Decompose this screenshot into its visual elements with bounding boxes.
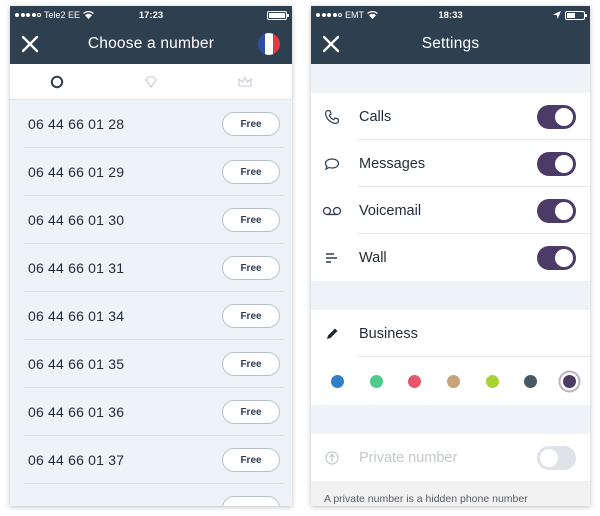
free-button[interactable]: Free bbox=[222, 448, 280, 472]
status-bar: Tele2 EE 17:23 bbox=[10, 6, 292, 24]
free-button[interactable]: Free bbox=[222, 160, 280, 184]
tab-standard[interactable] bbox=[10, 64, 104, 99]
color-swatch[interactable] bbox=[562, 374, 576, 388]
circle-icon bbox=[50, 75, 64, 88]
free-button[interactable]: Free bbox=[222, 400, 280, 424]
number-row[interactable]: 06 44 66 01 30 Free bbox=[10, 196, 292, 244]
page-title: Settings bbox=[421, 35, 480, 52]
status-bar: EMT 18:33 bbox=[311, 6, 590, 24]
private-settings: Private number bbox=[311, 434, 590, 481]
private-note: A private number is a hidden phone numbe… bbox=[311, 481, 590, 505]
wall-icon bbox=[321, 247, 343, 269]
section-spacer bbox=[311, 405, 590, 434]
diamond-icon bbox=[145, 75, 157, 88]
status-time: 17:23 bbox=[138, 9, 164, 21]
settings-label: Voicemail bbox=[359, 202, 422, 219]
color-swatch[interactable] bbox=[369, 374, 383, 388]
color-swatch[interactable] bbox=[331, 374, 344, 388]
free-button[interactable]: Free bbox=[222, 208, 280, 232]
status-time: 18:33 bbox=[438, 9, 463, 21]
phone-icon bbox=[321, 106, 343, 128]
settings-screen: EMT 18:33 Settings Calls Messages Voicem… bbox=[311, 6, 590, 506]
section-spacer bbox=[311, 64, 590, 93]
color-swatch[interactable] bbox=[446, 374, 460, 388]
settings-label: Wall bbox=[359, 249, 387, 266]
tab-premium[interactable] bbox=[104, 64, 198, 99]
calls-toggle[interactable] bbox=[537, 104, 576, 129]
phone-number: 06 44 66 01 37 bbox=[28, 452, 125, 468]
number-row[interactable]: 06 44 66 01 34 Free bbox=[10, 292, 292, 340]
color-picker bbox=[311, 357, 590, 405]
free-button[interactable]: Free bbox=[222, 352, 280, 376]
private-label: Private number bbox=[359, 449, 458, 466]
choose-number-screen: Tele2 EE 17:23 Choose a number 06 44 66 … bbox=[10, 6, 292, 506]
number-row[interactable]: 06 44 66 01 35 Free bbox=[10, 340, 292, 388]
color-swatch[interactable] bbox=[408, 374, 422, 388]
pencil-icon bbox=[321, 323, 343, 345]
business-settings: Business bbox=[311, 310, 590, 405]
section-spacer bbox=[311, 281, 590, 310]
settings-row-messages: Messages bbox=[311, 140, 590, 187]
settings-row-wall: Wall bbox=[311, 234, 590, 281]
battery-icon bbox=[267, 10, 289, 20]
phone-number: 06 44 66 01 36 bbox=[28, 404, 125, 420]
free-button[interactable]: Free bbox=[222, 112, 280, 136]
private-toggle[interactable] bbox=[537, 445, 576, 470]
flag-stripe bbox=[258, 33, 266, 55]
business-label: Business bbox=[359, 325, 418, 342]
number-row[interactable]: 06 44 66 01 29 Free bbox=[10, 148, 292, 196]
settings-row-calls: Calls bbox=[311, 93, 590, 140]
phone-number: 06 44 66 01 35 bbox=[28, 356, 125, 372]
france-flag-icon[interactable] bbox=[258, 33, 280, 55]
settings-label: Messages bbox=[359, 155, 426, 172]
number-row[interactable]: 06 44 66 01 36 Free bbox=[10, 388, 292, 436]
page-title: Choose a number bbox=[87, 35, 215, 52]
number-list: 06 44 66 01 28 Free 06 44 66 01 29 Free 06 4… bbox=[10, 100, 292, 506]
location-arrow-icon bbox=[553, 11, 561, 19]
nav-bar: Choose a number bbox=[10, 24, 292, 64]
crown-icon bbox=[238, 75, 252, 87]
free-button[interactable] bbox=[222, 496, 280, 506]
messages-toggle[interactable] bbox=[537, 151, 576, 176]
settings-row-private: Private number bbox=[311, 434, 590, 481]
voicemail-toggle[interactable] bbox=[537, 198, 576, 223]
upload-circle-icon bbox=[321, 447, 343, 469]
phone-number: 06 44 66 01 30 bbox=[28, 212, 125, 228]
color-swatch[interactable] bbox=[485, 374, 499, 388]
flag-stripe bbox=[272, 33, 280, 55]
close-icon[interactable] bbox=[321, 34, 341, 54]
phone-number: 06 44 66 01 34 bbox=[28, 308, 125, 324]
phone-number: 06 44 66 01 31 bbox=[28, 260, 125, 276]
notification-settings: Calls Messages Voicemail Wall bbox=[311, 93, 590, 281]
number-row[interactable]: 06 44 66 01 37 Free bbox=[10, 436, 292, 484]
settings-row-voicemail: Voicemail bbox=[311, 187, 590, 234]
phone-number: 06 44 66 01 28 bbox=[28, 116, 125, 132]
number-row[interactable]: 06 44 66 01 28 Free bbox=[10, 100, 292, 148]
color-swatch[interactable] bbox=[524, 374, 538, 388]
settings-label: Calls bbox=[359, 108, 392, 125]
chat-bubble-icon bbox=[321, 153, 343, 175]
flag-stripe bbox=[265, 33, 273, 55]
battery-icon bbox=[565, 10, 587, 20]
close-icon[interactable] bbox=[20, 34, 40, 54]
phone-number: 06 44 66 01 29 bbox=[28, 164, 125, 180]
free-button[interactable]: Free bbox=[222, 304, 280, 328]
number-row[interactable] bbox=[10, 484, 292, 506]
free-button[interactable]: Free bbox=[222, 256, 280, 280]
voicemail-icon bbox=[321, 200, 343, 222]
tab-gold[interactable] bbox=[198, 64, 292, 99]
settings-row-business[interactable]: Business bbox=[311, 310, 590, 357]
number-type-tabs bbox=[10, 64, 292, 100]
number-row[interactable]: 06 44 66 01 31 Free bbox=[10, 244, 292, 292]
wall-toggle[interactable] bbox=[537, 245, 576, 270]
nav-bar: Settings bbox=[311, 24, 590, 64]
